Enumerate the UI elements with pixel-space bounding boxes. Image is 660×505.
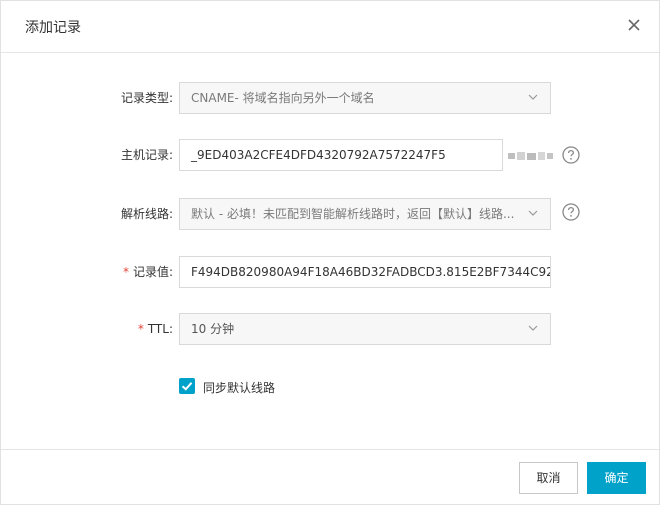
sync-default-checkbox[interactable] [179,378,195,394]
record-value-text: F494DB820980A94F18A46BD32FADBCD3.815E2BF… [191,265,550,279]
host-record-label: 主机记录: [120,148,173,162]
line-select[interactable]: 默认 - 必填！未匹配到智能解析线路时，返回【默认】线路... [179,198,551,230]
chevron-down-icon [528,210,538,216]
check-icon [181,382,193,391]
host-record-value: _9ED403A2CFE4DFD4320792A7572247F5 [191,148,446,162]
help-icon[interactable] [562,203,580,221]
dialog-title: 添加记录 [25,20,81,36]
dialog-footer: 取消 确定 [1,449,659,505]
add-record-dialog: 添加记录 记录类型: CNAME- 将域名指向另外一个域名 主机记录: _9ED… [0,0,660,505]
ttl-select[interactable]: 10 分钟 [179,313,551,345]
help-icon[interactable] [562,146,580,164]
domain-suffix-blurred [508,152,553,160]
required-mark: * [137,322,144,336]
required-mark: * [122,265,129,279]
record-value-label: * 记录值: [122,265,173,279]
confirm-button[interactable]: 确定 [587,462,646,494]
line-label: 解析线路: [120,207,173,221]
record-value-input[interactable]: F494DB820980A94F18A46BD32FADBCD3.815E2BF… [179,256,551,288]
chevron-down-icon [528,94,538,100]
record-type-value: CNAME- 将域名指向另外一个域名 [191,91,375,105]
record-type-label: 记录类型: [120,91,173,105]
dialog-header: 添加记录 [1,1,659,53]
close-icon[interactable] [625,16,643,34]
host-record-input[interactable]: _9ED403A2CFE4DFD4320792A7572247F5 [179,139,503,171]
cancel-button[interactable]: 取消 [519,462,578,494]
ttl-label: * TTL: [137,322,173,336]
sync-default-label: 同步默认线路 [203,381,276,395]
ttl-value: 10 分钟 [191,322,235,336]
record-type-select[interactable]: CNAME- 将域名指向另外一个域名 [179,82,551,114]
line-value: 默认 - 必填！未匹配到智能解析线路时，返回【默认】线路... [191,207,515,221]
chevron-down-icon [528,325,538,331]
